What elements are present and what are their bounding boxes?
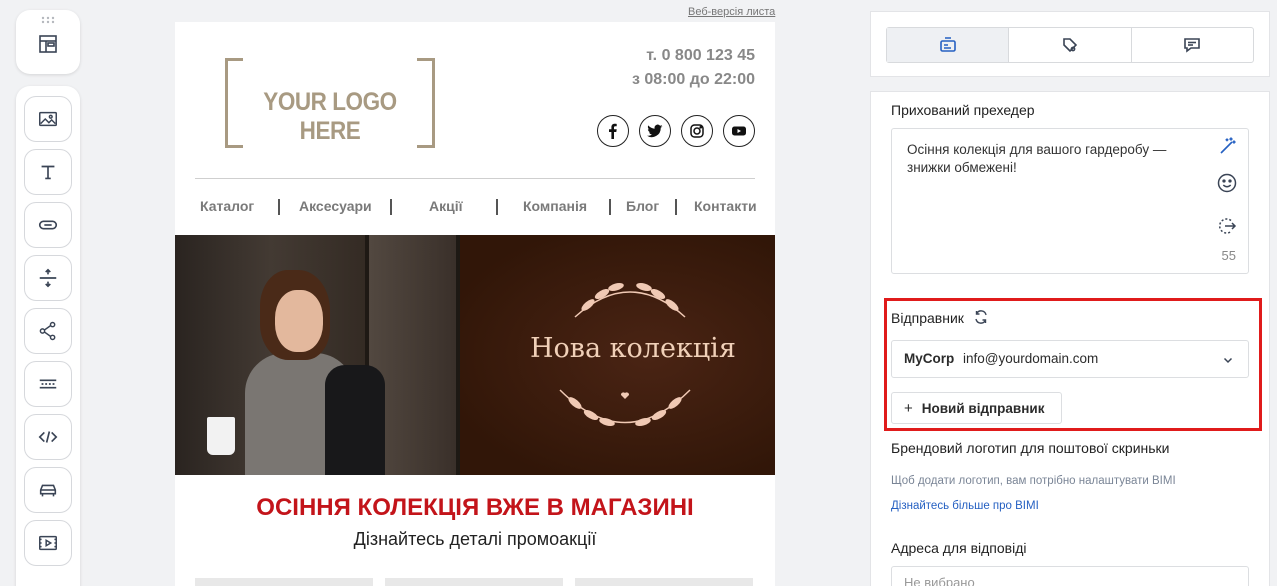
hero-banner[interactable]: Нова колекція [175,235,775,475]
layout-tool-panel [16,10,80,74]
reply-to-label: Адреса для відповіді [891,540,1027,556]
twitter-icon[interactable] [639,115,671,147]
palette-icon [1063,38,1078,53]
personalize-icon[interactable] [1216,215,1238,237]
hero-title: Нова колекція [530,333,736,364]
coffee-cup-icon [207,417,235,455]
email-headline[interactable]: ОСІННЯ КОЛЕКЦІЯ ВЖЕ В МАГАЗИНІ [175,494,775,522]
add-sender-button[interactable]: + Новий відправник [891,392,1062,424]
social-links [597,115,755,147]
code-icon [38,431,58,443]
sender-select[interactable]: MyCorp info@yourdomain.com [891,340,1249,378]
sender-name: MyCorp [904,351,955,366]
add-sender-label: Новий відправник [921,400,1045,416]
email-canvas[interactable]: YOUR LOGO HERE т. 0 800 123 45 з 08:00 д… [175,22,775,586]
product-card[interactable] [385,578,563,586]
product-card[interactable] [575,578,753,586]
tab-comments[interactable] [1132,28,1253,62]
refresh-icon[interactable] [973,309,989,325]
working-hours: з 08:00 до 22:00 [631,71,755,88]
preheader-textarea[interactable]: Осіння колекція для вашого гардеробу — з… [891,128,1249,274]
brand-logo-label: Брендовий логотип для поштової скриньки [891,440,1170,456]
product-cards [195,578,753,586]
product-card[interactable] [195,578,373,586]
menu-item-blog[interactable]: Блог [626,198,659,214]
sender-email: info@yourdomain.com [963,351,1099,366]
email-subheadline[interactable]: Дізнайтесь деталі промоакції [175,529,775,550]
text-block-button[interactable] [24,149,72,195]
logo-placeholder[interactable]: YOUR LOGO HERE [225,58,435,148]
preheader-label: Прихований прехедер [891,102,1035,118]
settings-tabs-panel [870,11,1270,77]
spacer-icon [39,268,57,288]
header-divider [195,178,755,179]
web-version-link[interactable]: Веб-версія листа [688,6,775,18]
menu-item-contacts[interactable]: Контакти [694,198,757,214]
tab-email-settings[interactable] [887,28,1010,62]
menu-item-company[interactable]: Компанія [523,198,587,214]
video-block-button[interactable] [24,520,72,566]
instagram-icon[interactable] [681,115,713,147]
facebook-icon[interactable] [597,115,629,147]
wreath-bottom-icon [559,389,691,426]
share-icon [39,321,56,341]
tab-appearance[interactable] [1009,28,1132,62]
button-block-button[interactable] [24,202,72,248]
car-icon [39,484,57,497]
emoji-icon[interactable] [1216,172,1238,194]
menu-bar: Каталог Аксесуари Акції Компанія Блог Ко… [200,198,760,216]
reply-to-select[interactable]: Не вибрано [891,566,1249,586]
button-icon [38,220,58,230]
social-block-button[interactable] [24,308,72,354]
phone-number: т. 0 800 123 45 [646,47,755,64]
drag-handle-icon[interactable] [41,16,55,24]
bimi-link[interactable]: Дізнайтесь більше про BIMI [891,500,1039,512]
wreath-top-icon [574,283,686,318]
email-settings-panel: Прихований прехедер Осіння колекція для … [870,91,1270,586]
video-icon [39,535,57,551]
magic-wand-icon[interactable] [1216,135,1238,157]
block-toolbar [16,86,80,586]
mail-settings-icon [939,37,956,52]
logo-text: YOUR LOGO HERE [263,88,397,145]
image-icon [39,111,57,127]
contact-info: т. 0 800 123 45 з 08:00 до 22:00 [632,44,755,92]
menu-item-accessories[interactable]: Аксесуари [299,198,372,214]
text-icon [41,165,55,180]
menu-item-promotions[interactable]: Акції [429,198,463,214]
image-block-button[interactable] [24,96,72,142]
sender-label: Відправник [891,310,964,326]
preheader-text[interactable]: Осіння колекція для вашого гардеробу — з… [907,141,1197,177]
html-block-button[interactable] [24,414,72,460]
spacer-block-button[interactable] [24,255,72,301]
product-block-button[interactable] [24,467,72,513]
structure-icon[interactable] [36,32,60,56]
divider-icon [39,379,57,389]
settings-tabs [886,27,1254,63]
bimi-hint: Щоб додати логотип, вам потрібно налашту… [891,475,1176,487]
character-counter: 55 [1221,248,1236,263]
plus-icon: + [904,399,913,417]
menu-item-catalog[interactable]: Каталог [200,198,254,214]
comment-icon [1184,38,1201,53]
divider-block-button[interactable] [24,361,72,407]
reply-to-placeholder: Не вибрано [904,575,975,586]
youtube-icon[interactable] [723,115,755,147]
chevron-down-icon [1223,357,1233,364]
